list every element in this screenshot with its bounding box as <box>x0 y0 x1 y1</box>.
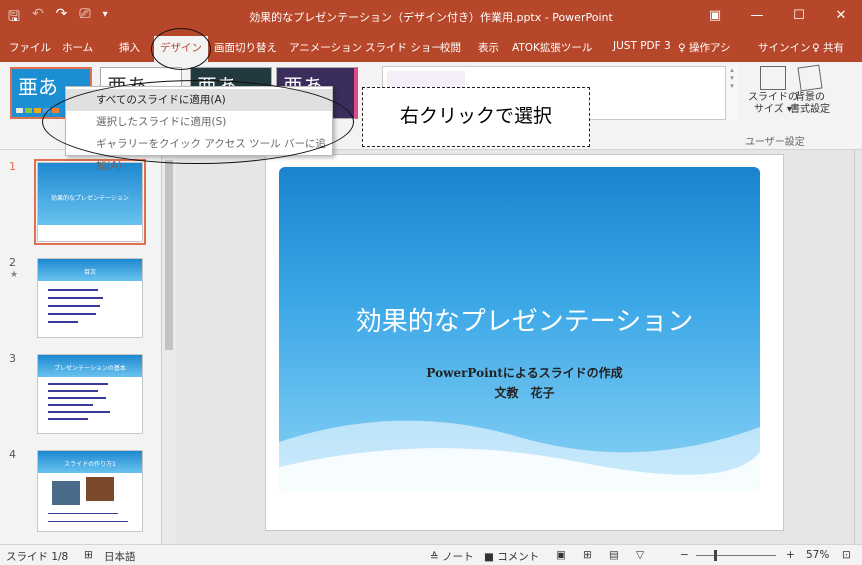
normal-view-icon[interactable]: ▣ <box>556 549 566 561</box>
tab-animations[interactable]: アニメーション <box>289 40 362 55</box>
slide-title[interactable]: 効果的なプレゼンテーション <box>266 301 783 338</box>
thumbnail-photo <box>52 481 80 505</box>
title-bar: 🖫 ↶ ↷ ⎚ ▾ 効果的なプレゼンテーション（デザイン付き）作業用.pptx … <box>0 0 862 32</box>
fit-to-window-icon[interactable]: ⊡ <box>842 549 851 561</box>
zoom-in-button[interactable]: + <box>786 549 795 561</box>
restore-button[interactable]: ☐ <box>778 0 820 32</box>
status-bar: スライド 1/8 ⊞ 日本語 ≙ ノート ■ コメント ▣ ⊞ ▤ ▽ − + … <box>0 544 862 565</box>
signin-link[interactable]: サインイン <box>758 40 811 55</box>
thumbnail-number: 3 <box>9 352 16 365</box>
format-background-icon <box>797 64 823 92</box>
tab-atok[interactable]: ATOK拡張ツール <box>512 40 592 55</box>
format-background-button[interactable]: 背景の 書式設定 <box>790 64 830 116</box>
tab-slideshow[interactable]: スライド ショー <box>365 40 442 55</box>
group-label-customize: ユーザー設定 <box>745 137 805 148</box>
thumbnail-number: 1 <box>9 160 16 173</box>
slide-subtitle[interactable]: PowerPointによるスライドの作成 <box>266 364 783 381</box>
tell-me-box[interactable]: ♀ 操作アシ <box>678 40 731 55</box>
thumbnail-number: 2 <box>9 256 16 269</box>
zoom-slider-knob[interactable] <box>714 550 717 561</box>
tab-transitions[interactable]: 画面切り替え <box>214 40 277 55</box>
slide-size-icon <box>760 66 786 90</box>
notes-button[interactable]: ≙ ノート <box>430 549 474 564</box>
ribbon-tabs: ファイル ホーム 挿入 デザイン 画面切り替え アニメーション スライド ショー… <box>0 32 862 62</box>
thumbnail-title: プレゼンテーションの基本 <box>54 365 126 372</box>
minimize-button[interactable]: — <box>736 0 778 32</box>
theme-glyph: 亜あ <box>18 75 58 99</box>
spellcheck-icon[interactable]: ⊞ <box>84 549 93 561</box>
annotation-callout: 右クリックで選択 <box>362 87 590 147</box>
gallery-scroll[interactable]: ▴ ▾ ▾ <box>725 66 738 120</box>
tab-justpdf[interactable]: JUST PDF 3 <box>613 40 671 52</box>
tab-insert[interactable]: 挿入 <box>119 40 140 55</box>
annotation-circle-design-tab <box>151 28 211 70</box>
slideshow-view-icon[interactable]: ▽ <box>636 549 644 561</box>
tab-file[interactable]: ファイル <box>9 40 51 55</box>
thumbnail-photo <box>86 477 114 501</box>
slide-thumbnail-3[interactable]: プレゼンテーションの基本 <box>37 354 143 434</box>
reading-view-icon[interactable]: ▤ <box>609 549 619 561</box>
zoom-slider[interactable] <box>696 555 776 556</box>
slide-author[interactable]: 文教 花子 <box>266 384 783 401</box>
share-button[interactable]: ♀ 共有 <box>812 40 844 55</box>
language-indicator[interactable]: 日本語 <box>104 549 136 564</box>
comments-button[interactable]: ■ コメント <box>484 549 539 564</box>
editing-scrollbar[interactable] <box>854 150 862 544</box>
animation-star-icon: ★ <box>10 270 19 280</box>
slide-counter: スライド 1/8 <box>6 551 69 563</box>
slide-thumbnail-4[interactable]: スライドの作り方1 <box>37 450 143 532</box>
slide-sorter-icon[interactable]: ⊞ <box>583 549 592 561</box>
thumbnail-scrollbar[interactable] <box>161 150 176 544</box>
slide-thumbnail-pane: 1 効果的なプレゼンテーション 2 ★ 目次 3 プレゼンテーションの基本 4 … <box>0 150 176 544</box>
slide-thumbnail-2[interactable]: 目次 <box>37 258 143 338</box>
format-background-label: 背景の 書式設定 <box>790 92 830 115</box>
slide-thumbnail-1[interactable]: 効果的なプレゼンテーション <box>34 159 146 245</box>
annotation-oval-menu <box>42 80 354 164</box>
zoom-out-button[interactable]: − <box>680 549 689 561</box>
thumbnail-title: スライドの作り方1 <box>64 461 116 468</box>
current-slide[interactable]: 効果的なプレゼンテーション PowerPointによるスライドの作成 文教 花子 <box>265 154 784 531</box>
zoom-level[interactable]: 57% <box>806 549 829 561</box>
close-button[interactable]: ✕ <box>820 0 862 32</box>
thumbnail-title: 目次 <box>83 269 96 276</box>
tab-review[interactable]: 校閲 <box>440 40 461 55</box>
thumbnail-number: 4 <box>9 448 16 461</box>
thumbnail-title: 効果的なプレゼンテーション <box>51 195 129 202</box>
tab-view[interactable]: 表示 <box>478 40 499 55</box>
ribbon-display-options-button[interactable]: ▣ <box>694 0 736 32</box>
tab-home[interactable]: ホーム <box>62 40 93 55</box>
